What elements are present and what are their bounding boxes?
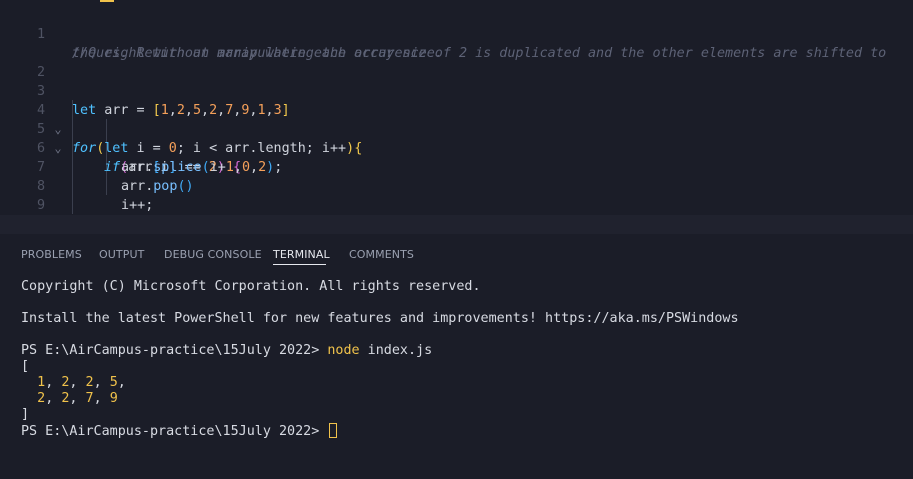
- output-value: 2: [37, 391, 46, 406]
- terminal-prompt: PS E:\AirCampus-practice\15July 2022>: [21, 424, 328, 439]
- output-close-bracket: ]: [21, 407, 30, 422]
- tab-debug-console[interactable]: DEBUG CONSOLE: [164, 248, 262, 261]
- code-line-4[interactable]: 4 ⌄ for(let i = 0; i < arr.length; i++){: [0, 82, 913, 156]
- terminal-install-line: Install the latest PowerShell for new fe…: [21, 311, 739, 326]
- panel-tab-bar: PROBLEMS OUTPUT DEBUG CONSOLE TERMINAL C…: [0, 234, 913, 268]
- output-value: 5: [109, 375, 118, 390]
- code-line-5[interactable]: 5 ⌄ if(arr[i] == 2) {: [0, 101, 913, 175]
- code-line-1[interactable]: 1 //Ques. Return an array where each occ…: [0, 6, 913, 61]
- code-editor[interactable]: 1 //Ques. Return an array where each occ…: [0, 0, 913, 234]
- terminal-prompt-line[interactable]: PS E:\AirCampus-practice\15July 2022>: [21, 423, 338, 440]
- code-line-9[interactable]: 9 }: [0, 177, 913, 232]
- output-value: 2: [61, 391, 70, 406]
- active-tab-indicator: [273, 264, 326, 265]
- terminal-command-arg: index.js: [359, 343, 433, 358]
- code-line-6[interactable]: 6 arr.splice(i+1,0,2);: [0, 120, 913, 175]
- output-row-1: 1, 2, 2, 5,: [37, 375, 126, 390]
- terminal-command: node: [327, 343, 360, 358]
- terminal-cursor: [329, 423, 338, 438]
- code-line-11[interactable]: 11 console.log(arr);: [0, 215, 913, 234]
- output-value: 1: [37, 375, 46, 390]
- output-open-bracket: [: [21, 359, 30, 374]
- code-line-1-wrap[interactable]: the right without manipulating the array…: [0, 25, 913, 61]
- tab-comments[interactable]: COMMENTS: [349, 248, 414, 261]
- output-value: 2: [61, 375, 70, 390]
- tab-output[interactable]: OUTPUT: [99, 248, 144, 261]
- code-line-8[interactable]: 8 i++;: [0, 158, 913, 213]
- terminal-command-line: PS E:\AirCampus-practice\15July 2022> no…: [21, 343, 432, 359]
- code-line-10[interactable]: 10 }: [0, 196, 913, 232]
- terminal-prompt: PS E:\AirCampus-practice\15July 2022>: [21, 343, 328, 358]
- tab-problems[interactable]: PROBLEMS: [21, 248, 82, 261]
- output-value: 2: [85, 375, 94, 390]
- output-row-2: 2, 2, 7, 9: [37, 391, 118, 406]
- bottom-panel: PROBLEMS OUTPUT DEBUG CONSOLE TERMINAL C…: [0, 234, 913, 479]
- scrolled-line-fragment: [100, 0, 114, 2]
- code-line-2[interactable]: 2: [0, 44, 913, 80]
- output-value: 7: [85, 391, 94, 406]
- output-value: 9: [109, 391, 118, 406]
- terminal-copyright-line: Copyright (C) Microsoft Corporation. All…: [21, 279, 481, 294]
- tab-terminal[interactable]: TERMINAL: [273, 248, 330, 261]
- code-line-7[interactable]: 7 arr.pop(): [0, 139, 913, 194]
- code-line-3[interactable]: 3 let arr = [1,2,5,2,7,9,1,3]: [0, 63, 913, 118]
